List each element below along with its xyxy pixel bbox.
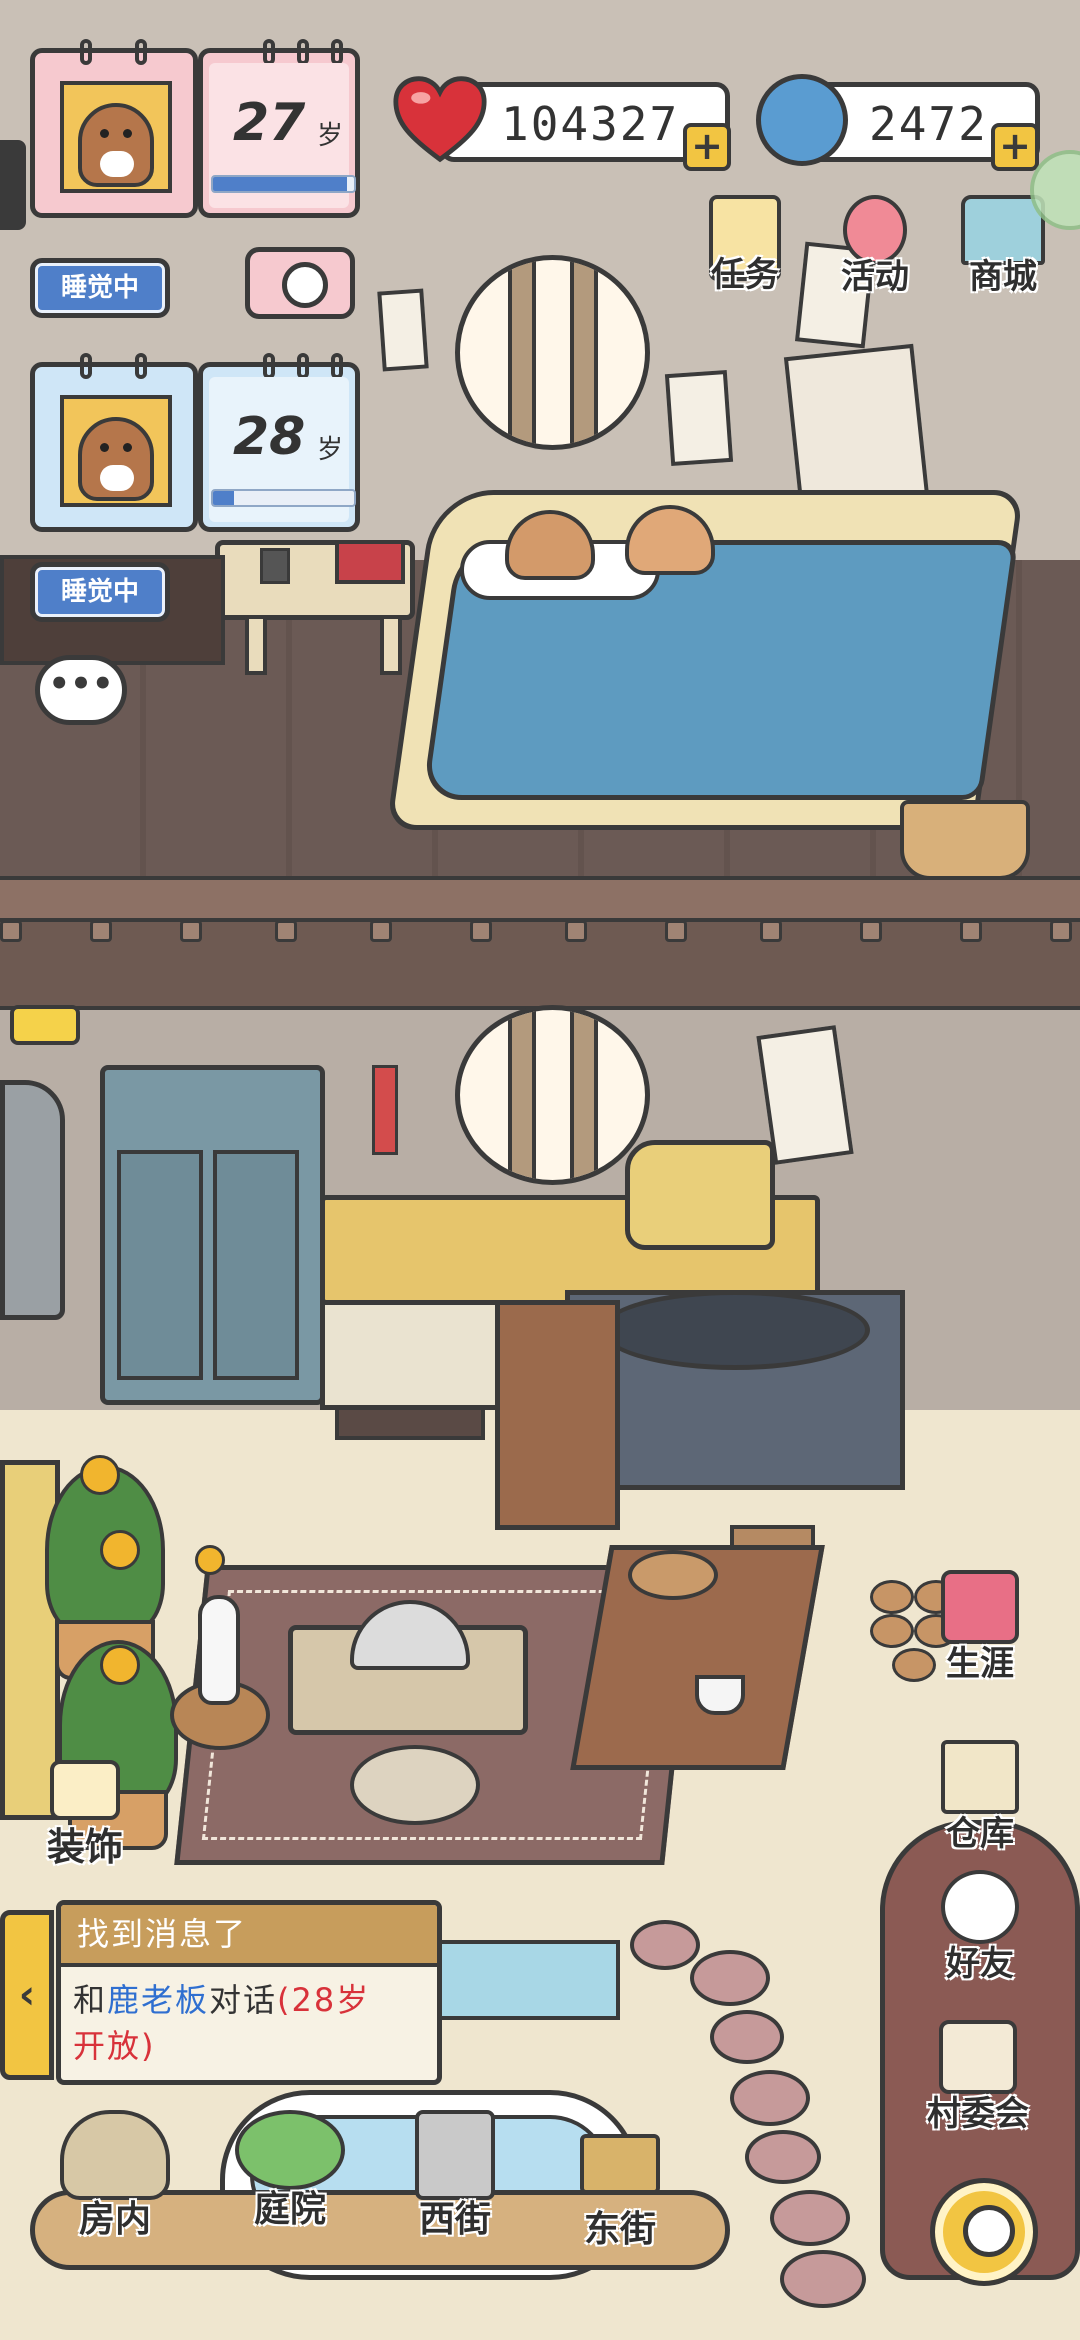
status-badge: 睡觉中 bbox=[30, 562, 170, 622]
character-card-2-avatar[interactable] bbox=[30, 353, 198, 532]
bed-icon bbox=[60, 2110, 170, 2200]
age-unit: 岁 bbox=[317, 121, 344, 151]
otter-avatar bbox=[60, 395, 172, 507]
yard-icon bbox=[235, 2110, 345, 2190]
character-card-1-age[interactable]: 27 岁 bbox=[198, 39, 360, 218]
decorate-button[interactable]: 装饰 bbox=[30, 1760, 140, 1871]
message-title: 找到消息了 bbox=[61, 1905, 437, 1967]
events-label: 活动 bbox=[841, 257, 909, 297]
add-hearts-button[interactable]: + bbox=[683, 123, 731, 171]
npc-name[interactable]: 鹿老板 bbox=[107, 1981, 209, 2019]
glass-pond bbox=[430, 1940, 620, 2020]
status-badge: 睡觉中 bbox=[30, 258, 170, 318]
hearts-value: 104327 bbox=[501, 97, 680, 151]
nav-yard-button[interactable]: 庭院 bbox=[215, 2110, 365, 2232]
tasks-button[interactable]: 任务 bbox=[695, 195, 795, 296]
message-condition-cont: 开放) bbox=[73, 2027, 156, 2065]
otter-avatar bbox=[60, 81, 172, 193]
age-progress-fill bbox=[213, 177, 347, 191]
quest-message-panel[interactable]: 找到消息了 和鹿老板对话(28岁 开放) bbox=[56, 1900, 442, 2085]
age-unit: 岁 bbox=[317, 435, 344, 465]
village-hall-icon bbox=[939, 2020, 1017, 2094]
friends-label: 好友 bbox=[946, 1944, 1014, 1984]
age-value: 27 bbox=[233, 93, 306, 153]
nav-east-street-label: 东街 bbox=[583, 2209, 656, 2250]
message-collapse-button[interactable]: ‹ bbox=[0, 1910, 54, 2080]
career-label: 生涯 bbox=[946, 1644, 1014, 1684]
career-button[interactable]: 生涯 bbox=[920, 1570, 1040, 1685]
age-progress-bar bbox=[211, 489, 356, 507]
decorate-label: 装饰 bbox=[46, 1825, 123, 1869]
signpost-icon bbox=[580, 2134, 660, 2194]
heart-icon bbox=[393, 76, 487, 163]
camera-icon[interactable] bbox=[245, 247, 355, 319]
warehouse-label: 仓库 bbox=[946, 1814, 1014, 1854]
character-card-1-avatar[interactable] bbox=[30, 39, 198, 218]
warehouse-icon bbox=[941, 1740, 1019, 1814]
nav-room-label: 房内 bbox=[78, 2199, 151, 2240]
shop-label: 商城 bbox=[969, 257, 1037, 297]
nav-room-button[interactable]: 房内 bbox=[40, 2110, 190, 2242]
friends-button[interactable]: 好友 bbox=[920, 1870, 1040, 1985]
building-icon bbox=[415, 2110, 495, 2200]
scroll-up-button[interactable] bbox=[930, 2178, 1038, 2286]
character-card-2-age[interactable]: 28 岁 bbox=[198, 353, 360, 532]
paint-roller-icon bbox=[50, 1760, 120, 1820]
tasks-label: 任务 bbox=[711, 255, 779, 295]
age-progress-bar bbox=[211, 175, 356, 193]
nav-west-street-button[interactable]: 西街 bbox=[380, 2110, 530, 2242]
bottle-cap-coin-icon bbox=[756, 74, 848, 166]
message-action: 对话 bbox=[209, 1981, 278, 2019]
coins-value: 2472 bbox=[869, 97, 988, 151]
message-body: 和鹿老板对话(28岁 开放) bbox=[61, 1967, 437, 2069]
panda-icon bbox=[941, 1870, 1019, 1944]
age-progress-fill bbox=[213, 491, 235, 505]
message-condition: (28岁 bbox=[277, 1981, 371, 2019]
events-button[interactable]: 活动 bbox=[820, 195, 930, 298]
add-coins-button[interactable]: + bbox=[991, 123, 1039, 171]
nav-east-street-button[interactable]: 东街 bbox=[545, 2110, 695, 2252]
nav-west-street-label: 西街 bbox=[418, 2199, 491, 2240]
nav-yard-label: 庭院 bbox=[253, 2189, 326, 2230]
warehouse-button[interactable]: 仓库 bbox=[920, 1740, 1040, 1855]
chat-bubble-icon[interactable]: ••• bbox=[35, 655, 127, 725]
village-hall-button[interactable]: 村委会 bbox=[908, 2020, 1048, 2135]
book-icon bbox=[941, 1570, 1019, 1644]
age-value: 28 bbox=[233, 407, 306, 467]
message-prefix: 和 bbox=[73, 1981, 108, 2019]
village-hall-label: 村委会 bbox=[927, 2094, 1029, 2134]
